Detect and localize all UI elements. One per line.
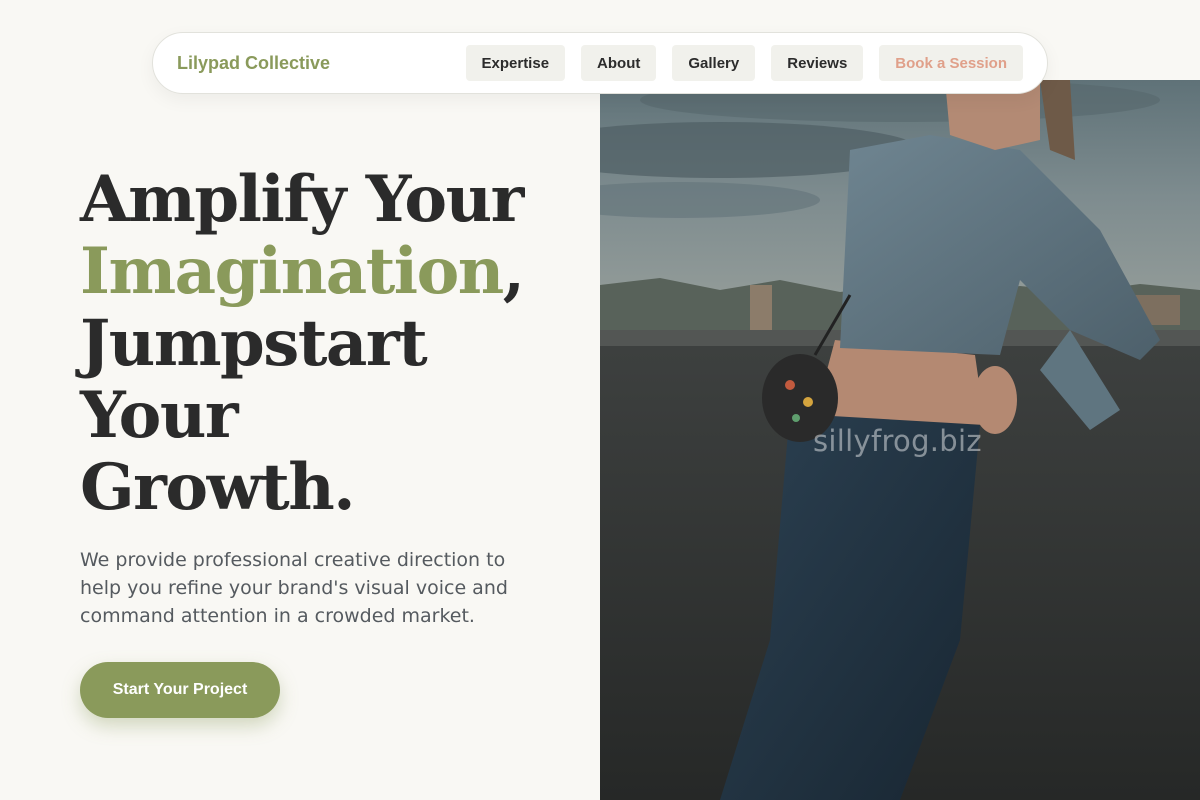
nav-link-gallery[interactable]: Gallery bbox=[672, 45, 756, 81]
headline-comma: , bbox=[502, 234, 525, 309]
brand-logo-text[interactable]: Lilypad Collective bbox=[177, 53, 466, 74]
nav-link-expertise[interactable]: Expertise bbox=[465, 45, 566, 81]
headline-line-5: Growth. bbox=[80, 450, 356, 525]
headline-line-1: Amplify Your bbox=[80, 162, 524, 237]
headline-line-3: Jumpstart bbox=[80, 306, 428, 381]
headline-line-4: Your bbox=[80, 378, 239, 453]
headline-line-2: Imagination, bbox=[80, 236, 580, 308]
headline-accent-word: Imagination bbox=[80, 234, 504, 309]
start-project-button[interactable]: Start Your Project bbox=[80, 662, 280, 718]
hero-image: sillyfrog.biz bbox=[600, 80, 1200, 800]
hero-subtext: We provide professional creative directi… bbox=[80, 549, 508, 627]
nav-link-reviews[interactable]: Reviews bbox=[771, 45, 864, 81]
nav-links: Expertise About Gallery Reviews Book a S… bbox=[465, 45, 1023, 81]
watermark-text: sillyfrog.biz bbox=[813, 424, 982, 458]
top-navbar: Lilypad Collective Expertise About Galle… bbox=[152, 32, 1048, 94]
book-session-button[interactable]: Book a Session bbox=[879, 45, 1023, 81]
hero-headline: Amplify Your Imagination, Jumpstart Your… bbox=[80, 164, 580, 524]
nav-link-about[interactable]: About bbox=[581, 45, 657, 81]
